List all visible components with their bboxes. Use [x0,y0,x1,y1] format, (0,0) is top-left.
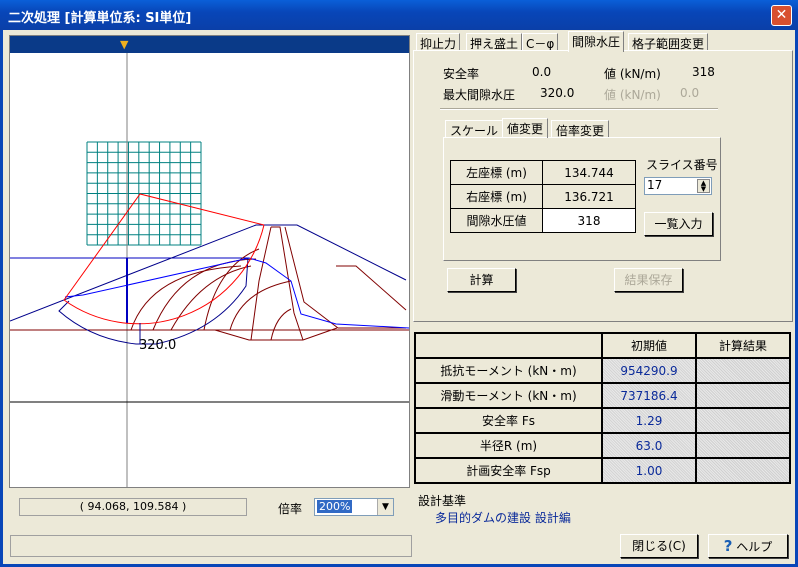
result-value [695,382,791,409]
slice-table: 左座標 (m) 134.744 右座標 (m) 136.721 間隙水圧値 318 [450,160,636,233]
row-label: 安全率 Fs [414,407,603,434]
cell-value: 136.721 [542,184,636,209]
row-label: 半径R (m) [414,432,603,459]
value-label: 値 (kN/m) [604,67,661,81]
tab-restraint[interactable]: 抑止力 [416,33,461,51]
slice-number-label: スライス番号 [646,158,718,172]
initial-value: 954290.9 [601,357,697,384]
close-button[interactable]: 閉じる(C) [620,534,698,558]
pore-pressure-input[interactable]: 318 [542,208,636,233]
table-row: 計画安全率 Fsp 1.00 [414,457,791,484]
help-icon: ? [723,537,733,555]
tab-berm[interactable]: 押え盛土 [466,33,523,51]
safety-label: 安全率 [443,67,480,81]
table-row: 左座標 (m) 134.744 [450,160,636,185]
slip-label: 320.0 [139,338,176,353]
dam-outline [10,224,407,322]
zoom-label: 倍率 [278,502,303,516]
safety-value: 0.0 [532,65,552,79]
table-row: 安全率 Fs 1.29 [414,407,791,434]
tab-pore-pressure[interactable]: 間隙水圧 [568,31,625,52]
value: 318 [692,65,715,79]
cell-label: 左座標 (m) [450,160,543,185]
subtab-ratio-change[interactable]: 倍率変更 [551,120,610,138]
row-label: 抵抗モーメント (kN・m) [414,357,603,384]
results-table: 初期値 計算結果 抵抗モーメント (kN・m) 954290.9 滑動モーメント (… [414,332,791,484]
table-row: 間隙水圧値 318 [450,208,636,233]
help-label: ヘルプ [736,540,773,554]
list-input-button[interactable]: 一覧入力 [644,212,713,236]
cell-label: 右座標 (m) [450,184,543,209]
subtab-value-change[interactable]: 値変更 [502,118,549,138]
help-button[interactable]: ? ヘルプ [708,534,788,558]
header-result: 計算結果 [695,332,791,359]
cell-value: 134.744 [542,160,636,185]
close-icon[interactable]: ✕ [771,5,792,26]
tab-c-phi[interactable]: C－φ [522,33,559,51]
coordinate-readout: ( 94.068, 109.584 ) [19,498,247,516]
table-row: 滑動モーメント (kN・m) 737186.4 [414,382,791,409]
chevron-down-icon[interactable]: ▼ [377,499,393,515]
row-label: 計画安全率 Fsp [414,457,603,484]
save-results-button[interactable]: 結果保存 [614,268,683,292]
search-grid [86,141,202,246]
zoom-select[interactable]: 200% ▼ [314,498,394,516]
design-standard-label: 設計基準 [418,494,467,508]
drawing-canvas[interactable]: ▼ 320.0 [9,35,410,488]
max-pore-label: 最大間隙水圧 [443,88,516,102]
result-value [695,357,791,384]
result-value [695,432,791,459]
value2: 0.0 [680,86,700,100]
row-label: 滑動モーメント (kN・m) [414,382,603,409]
spinner-arrows-icon[interactable]: ▲ ▼ [697,179,710,193]
max-pore-value: 320.0 [540,86,575,100]
status-bar [10,535,412,557]
cell-label: 間隙水圧値 [450,208,543,233]
separator [440,108,718,110]
header-initial: 初期値 [601,332,697,359]
window-title: 二次処理 [計算単位系: SI単位] [8,11,192,26]
calc-button[interactable]: 計算 [447,268,516,292]
initial-value: 737186.4 [601,382,697,409]
subtab-scale[interactable]: スケール [445,120,504,138]
slice-number-value: 17 [647,178,663,192]
table-row: 抵抗モーメント (kN・m) 954290.9 [414,357,791,384]
value2-label: 値 (kN/m) [604,88,661,102]
zoom-value: 200% [317,500,353,513]
slice-number-spinner[interactable]: 17 ▲ ▼ [644,177,712,195]
result-value [695,407,791,434]
initial-value: 1.29 [601,407,697,434]
result-value [695,457,791,484]
design-standard-value: 多目的ダムの建設 設計編 [435,511,571,525]
table-header: 初期値 計算結果 [414,332,791,359]
dam-section-drawing: 320.0 [10,53,409,487]
slip-circle-radius [63,193,265,301]
header-blank [414,332,603,359]
title-bar: 二次処理 [計算単位系: SI単位] ✕ [0,0,798,30]
table-row: 半径R (m) 63.0 [414,432,791,459]
table-row: 右座標 (m) 136.721 [450,184,636,209]
initial-value: 63.0 [601,432,697,459]
initial-value: 1.00 [601,457,697,484]
tab-grid-range[interactable]: 格子範囲変更 [628,33,709,51]
